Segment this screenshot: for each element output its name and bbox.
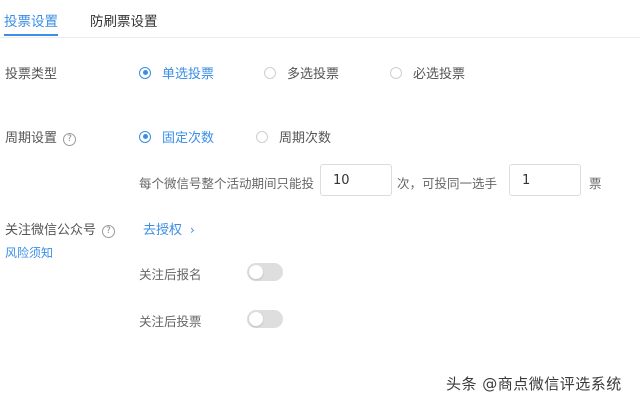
limit-middle-text: 次，可投同一选手 [397,176,498,191]
radio-unchecked-icon [256,130,268,143]
radio-periodic-count[interactable]: 周期次数 [256,127,331,146]
radio-single-vote[interactable]: 单选投票 [139,63,214,82]
follow-account-row: 关注微信公众号? [5,219,116,238]
tab-vote-settings[interactable]: 投票设置 [4,10,58,30]
follow-to-vote-label: 关注后投票 [139,314,202,329]
radio-checked-icon [139,130,151,143]
limit-suffix-text: 票 [589,176,602,191]
radio-checked-icon [139,66,151,79]
tab-bar: 投票设置 防刷票设置 [0,0,640,38]
total-votes-input[interactable] [320,164,392,196]
period-settings-row: 周期设置? [5,127,77,146]
radio-label: 必选投票 [413,67,466,82]
radio-unchecked-icon [264,66,276,79]
period-settings-label: 周期设置 [5,131,58,146]
authorize-link[interactable]: 去授权 › [143,219,195,238]
question-circle-icon[interactable]: ? [102,225,116,238]
active-tab-indicator [4,34,58,36]
radio-required-vote[interactable]: 必选投票 [390,63,465,82]
radio-label: 多选投票 [287,67,340,82]
follow-to-vote-toggle[interactable] [247,310,283,328]
radio-fixed-count[interactable]: 固定次数 [139,127,214,146]
follow-account-label: 关注微信公众号 [5,223,97,238]
authorize-link-label: 去授权 [143,223,183,238]
vote-type-label: 投票类型 [5,67,58,82]
radio-label: 单选投票 [162,67,215,82]
watermark: 头条 @商点微信评选系统 [446,375,622,393]
radio-unchecked-icon [390,66,402,79]
follow-to-register-label: 关注后报名 [139,267,202,282]
limit-prefix-text: 每个微信号整个活动期间只能投 [139,176,315,191]
radio-label: 固定次数 [162,131,215,146]
radio-multi-vote[interactable]: 多选投票 [264,63,339,82]
radio-label: 周期次数 [279,131,332,146]
chevron-right-icon: › [190,223,195,237]
same-candidate-votes-input[interactable] [509,164,581,196]
follow-to-register-toggle[interactable] [247,263,283,281]
question-circle-icon[interactable]: ? [63,133,77,146]
risk-notice-link[interactable]: 风险须知 [5,244,53,261]
toggle-knob [249,265,263,279]
tab-anti-fraud-settings[interactable]: 防刷票设置 [90,10,158,30]
toggle-knob [249,312,263,326]
